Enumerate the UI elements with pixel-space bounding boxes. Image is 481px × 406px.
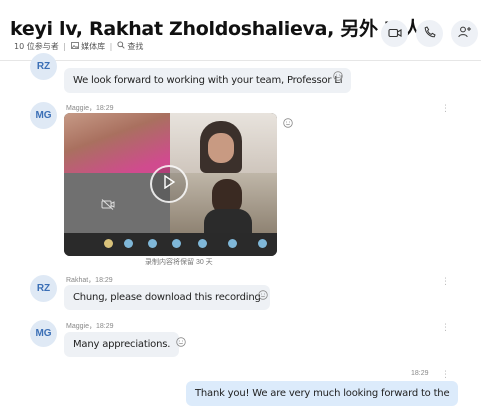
search-icon xyxy=(117,41,125,51)
recording-retention-note: 录制内容将保留 30 天 xyxy=(145,259,213,266)
add-person-icon xyxy=(457,25,472,43)
message-bubble[interactable]: Chung, please download this recording xyxy=(64,285,270,310)
participant-tile xyxy=(64,113,170,173)
smiley-icon[interactable] xyxy=(176,334,186,352)
add-participant-button[interactable] xyxy=(451,20,478,47)
gallery-icon xyxy=(70,42,79,51)
avatar[interactable]: RZ xyxy=(30,275,57,302)
message-time: 18:29 xyxy=(411,370,429,377)
video-call-button[interactable] xyxy=(381,20,408,47)
participant-thumbnail-strip xyxy=(64,233,277,256)
smiley-icon[interactable] xyxy=(283,115,293,133)
avatar[interactable]: MG xyxy=(30,102,57,129)
conversation-subheader: 10 位参与者 | 媒体库 | 查找 xyxy=(14,41,144,51)
more-vertical-icon[interactable]: ⋮ xyxy=(441,323,450,332)
own-message-bubble[interactable]: Thank you! We are very much looking forw… xyxy=(186,381,459,406)
more-vertical-icon[interactable]: ⋮ xyxy=(441,370,450,379)
more-vertical-icon[interactable]: ⋮ xyxy=(441,277,450,286)
message-sender-time: Rakhat，18:29 xyxy=(66,277,113,284)
participant-tile xyxy=(170,113,277,173)
message-sender-time: Maggie，18:29 xyxy=(66,323,114,330)
smiley-icon[interactable] xyxy=(333,68,343,86)
audio-call-button[interactable] xyxy=(416,20,443,47)
avatar[interactable]: RZ xyxy=(30,53,57,80)
search-link[interactable]: 查找 xyxy=(127,42,143,51)
play-button[interactable] xyxy=(150,165,188,203)
play-icon xyxy=(163,174,176,194)
video-camera-icon xyxy=(387,25,402,43)
conversation-title: keyi lv, Rakhat Zholdoshalieva, 另外 7 人 xyxy=(10,18,423,40)
participants-link[interactable]: 10 位参与者 xyxy=(14,42,59,51)
avatar[interactable]: MG xyxy=(30,320,57,347)
header-divider xyxy=(0,60,481,61)
smiley-icon[interactable] xyxy=(258,287,268,305)
more-vertical-icon[interactable]: ⋮ xyxy=(441,104,450,113)
phone-icon xyxy=(424,25,436,43)
message-bubble[interactable]: We look forward to working with your tea… xyxy=(64,68,352,93)
message-bubble[interactable]: Many appreciations. xyxy=(64,332,180,357)
message-sender-time: Maggie，18:29 xyxy=(66,105,114,112)
camera-off-icon xyxy=(101,197,115,215)
video-recording-thumbnail[interactable] xyxy=(64,113,277,256)
gallery-link[interactable]: 媒体库 xyxy=(81,42,105,51)
